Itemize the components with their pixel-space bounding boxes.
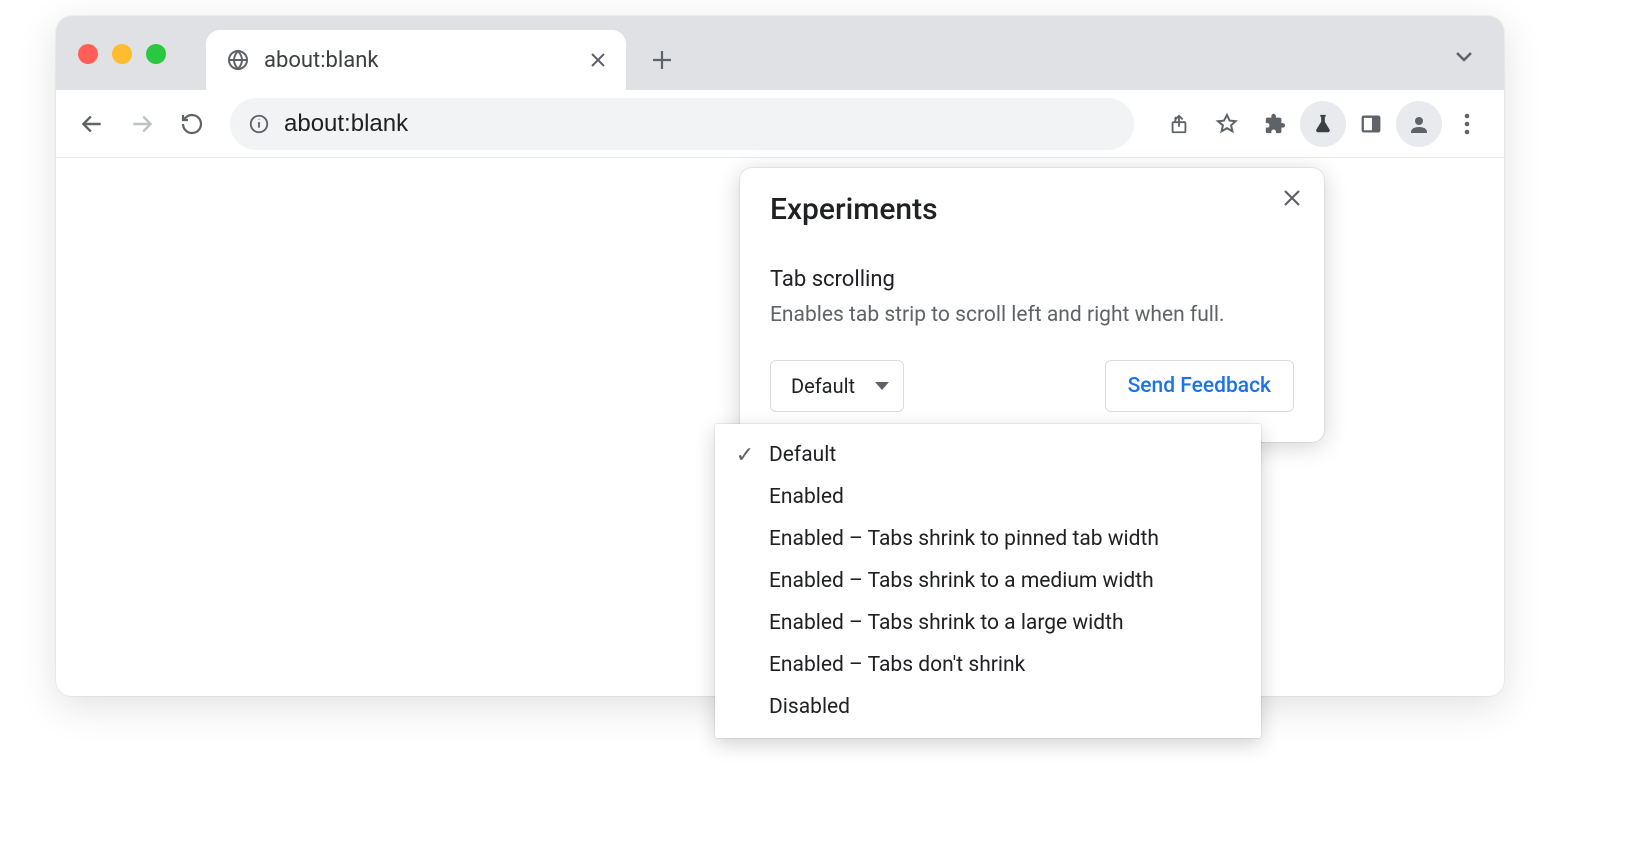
forward-button[interactable]: [120, 102, 164, 146]
tab-strip: about:blank: [56, 16, 1504, 90]
back-button[interactable]: [70, 102, 114, 146]
dropdown-option-label: Disabled: [769, 695, 850, 719]
bookmark-star-icon[interactable]: [1204, 101, 1250, 147]
dropdown-option-label: Enabled – Tabs shrink to a medium width: [769, 569, 1154, 593]
caret-down-icon: [875, 382, 889, 390]
dropdown-option-label: Default: [769, 443, 836, 467]
toolbar: [56, 90, 1504, 158]
dropdown-option[interactable]: Enabled – Tabs shrink to a medium width: [715, 560, 1261, 602]
window-maximize-button[interactable]: [146, 44, 166, 64]
window-close-button[interactable]: [78, 44, 98, 64]
experiment-description: Enables tab strip to scroll left and rig…: [770, 300, 1294, 332]
site-info-icon[interactable]: [248, 113, 270, 135]
window-controls: [78, 44, 166, 64]
browser-tab[interactable]: about:blank: [206, 30, 626, 90]
dropdown-option[interactable]: ✓ Default: [715, 434, 1261, 476]
address-input[interactable]: [284, 110, 1116, 138]
toolbar-actions: [1156, 101, 1490, 147]
dropdown-option-label: Enabled – Tabs shrink to pinned tab widt…: [769, 527, 1159, 551]
check-icon: ✓: [729, 443, 761, 468]
send-feedback-button[interactable]: Send Feedback: [1105, 360, 1294, 412]
dropdown-option-label: Enabled – Tabs shrink to a large width: [769, 611, 1124, 635]
dropdown-option[interactable]: Enabled: [715, 476, 1261, 518]
tab-overflow-button[interactable]: [1448, 40, 1480, 72]
side-panel-icon[interactable]: [1348, 101, 1394, 147]
experiment-dropdown-menu: ✓ Default Enabled Enabled – Tabs shrink to …: [715, 424, 1261, 738]
chrome-menu-button[interactable]: [1444, 101, 1490, 147]
tab-close-button[interactable]: [584, 46, 612, 74]
profile-avatar-icon[interactable]: [1396, 101, 1442, 147]
dropdown-option[interactable]: Enabled – Tabs shrink to pinned tab widt…: [715, 518, 1261, 560]
dropdown-option-label: Enabled – Tabs don't shrink: [769, 653, 1025, 677]
experiment-value-dropdown[interactable]: Default: [770, 360, 904, 412]
popup-title: Experiments: [770, 192, 1294, 227]
share-icon[interactable]: [1156, 101, 1202, 147]
dropdown-option-label: Enabled: [769, 485, 844, 509]
extensions-icon[interactable]: [1252, 101, 1298, 147]
experiments-popup: Experiments Tab scrolling Enables tab st…: [740, 168, 1324, 442]
dropdown-option[interactable]: Enabled – Tabs shrink to a large width: [715, 602, 1261, 644]
globe-icon: [226, 48, 250, 72]
dropdown-selected-label: Default: [791, 374, 855, 398]
dropdown-option[interactable]: Enabled – Tabs don't shrink: [715, 644, 1261, 686]
tab-title: about:blank: [264, 48, 570, 73]
dropdown-option[interactable]: Disabled: [715, 686, 1261, 728]
tabs-area: about:blank: [206, 16, 686, 90]
reload-button[interactable]: [170, 102, 214, 146]
experiment-name: Tab scrolling: [770, 267, 1294, 292]
new-tab-button[interactable]: [638, 36, 686, 84]
window-minimize-button[interactable]: [112, 44, 132, 64]
popup-close-button[interactable]: [1276, 182, 1308, 214]
experiments-flask-icon[interactable]: [1300, 101, 1346, 147]
feedback-button-label: Send Feedback: [1128, 374, 1271, 398]
address-bar[interactable]: [230, 98, 1134, 150]
